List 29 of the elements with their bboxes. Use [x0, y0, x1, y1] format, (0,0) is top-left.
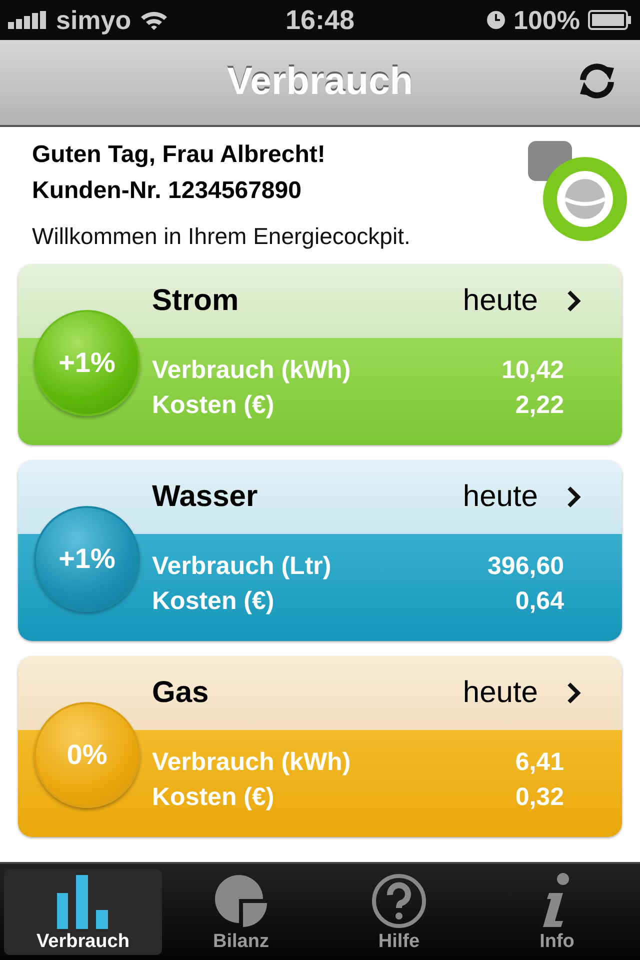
metric-value: 0,64 — [515, 587, 564, 616]
tab-item[interactable]: Hilfe — [320, 869, 478, 955]
metric-label: Verbrauch (kWh) — [152, 748, 351, 777]
battery-percent: 100% — [514, 4, 580, 36]
tab-item[interactable]: Bilanz — [162, 869, 320, 955]
period-label: heute — [462, 480, 538, 514]
metric-value: 396,60 — [488, 552, 564, 581]
card-title: Wasser — [152, 480, 259, 514]
metric-label: Kosten (€) — [152, 783, 274, 812]
period-label: heute — [462, 284, 538, 318]
metric-value: 0,32 — [515, 783, 564, 812]
customer-number: Kunden-Nr. 1234567890 — [32, 176, 302, 206]
metric-label: Verbrauch (Ltr) — [152, 552, 332, 581]
metric-value: 10,42 — [501, 356, 564, 385]
welcome-text: Willkommen in Ihrem Energiecockpit. — [32, 223, 410, 250]
tab-item[interactable]: Info — [478, 869, 636, 955]
period-label: heute — [462, 676, 538, 710]
card-title: Gas — [152, 676, 210, 710]
screen-title: Verbrauch — [227, 61, 413, 104]
card-title: Strom — [152, 284, 240, 318]
metric-label: Kosten (€) — [152, 587, 274, 616]
greeting-text: Guten Tag, Frau Albrecht! — [32, 140, 326, 170]
metric-label: Verbrauch (kWh) — [152, 356, 351, 385]
metric-value: 6,41 — [515, 748, 564, 777]
metric-label: Kosten (€) — [152, 391, 274, 420]
tab-item[interactable]: Verbrauch — [4, 869, 162, 955]
status-time: 16:48 — [285, 4, 355, 36]
metric-value: 2,22 — [515, 391, 564, 420]
carrier-name: simyo — [56, 4, 132, 36]
